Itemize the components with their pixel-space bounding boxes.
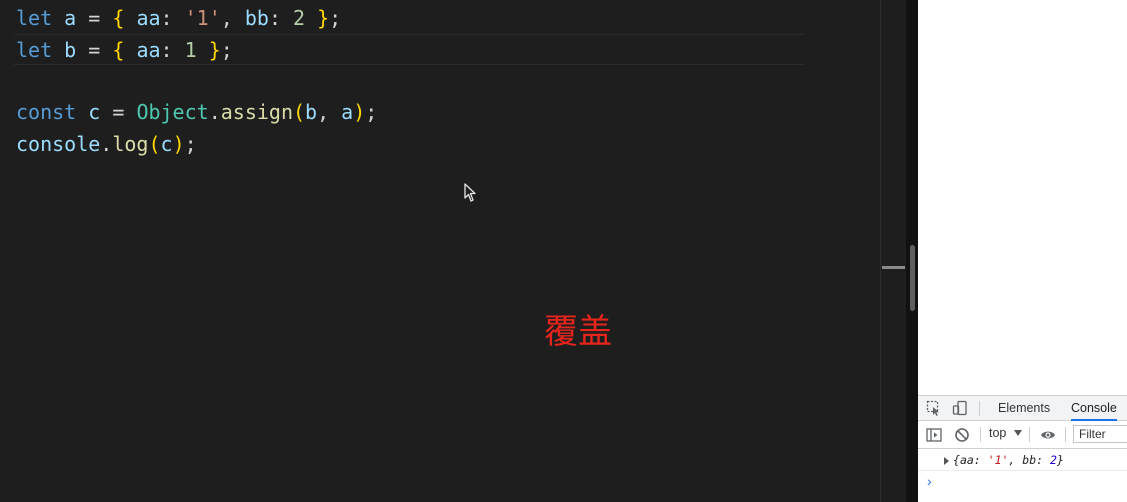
code-token: , [317, 100, 342, 124]
overview-ruler-marker [882, 266, 905, 269]
sidebar-toggle-icon[interactable] [926, 427, 942, 443]
editor-overview-ruler [880, 0, 906, 502]
code-token: a [341, 100, 354, 124]
code-token: const [16, 100, 77, 124]
code-token: ) [353, 100, 366, 124]
tab-bar-divider [979, 401, 980, 416]
chevron-down-icon[interactable] [1014, 430, 1022, 436]
inspect-element-icon[interactable] [926, 400, 942, 416]
devtools-panel: Elements Console top {aa: '1', bb: 2} › [918, 0, 1127, 502]
log-key-aa: aa: [959, 453, 988, 467]
filter-input[interactable] [1073, 425, 1127, 443]
console-toolbar: top [918, 421, 1127, 449]
code-token: b [305, 100, 318, 124]
code-token: = [76, 38, 113, 62]
code-token: Object [136, 100, 209, 124]
code-token: ; [220, 38, 233, 62]
code-token: aa [136, 38, 161, 62]
clear-console-icon[interactable] [954, 427, 970, 443]
code-token: : [268, 6, 294, 30]
code-token: : [160, 38, 185, 62]
code-token: . [208, 100, 221, 124]
console-prompt[interactable]: › [927, 473, 932, 489]
log-object-preview[interactable]: {aa: '1', bb: 2} [953, 450, 1064, 470]
code-token: bb [244, 6, 269, 30]
code-token: . [100, 132, 113, 156]
toolbar-divider-2 [1029, 427, 1030, 442]
code-line-2[interactable]: let b = { aa: 1 }; [16, 34, 233, 66]
log-brace-open: { [953, 453, 960, 467]
code-token: = [76, 6, 113, 30]
code-token: log [112, 132, 149, 156]
devtools-tab-bar: Elements Console [918, 395, 1127, 421]
splitter-handle[interactable] [910, 245, 915, 311]
expand-triangle-icon[interactable] [944, 457, 949, 465]
code-token: ; [329, 6, 342, 30]
code-token: let [16, 6, 53, 30]
code-token: 1 [184, 38, 197, 62]
toolbar-divider-3 [1065, 427, 1066, 442]
code-token: , [220, 6, 245, 30]
code-token: : [160, 6, 185, 30]
code-token: let [16, 38, 53, 62]
code-token: } [208, 38, 221, 62]
mouse-pointer-icon [464, 183, 476, 202]
code-token: c [88, 100, 101, 124]
tab-elements[interactable]: Elements [998, 396, 1050, 421]
toolbar-divider [980, 427, 981, 442]
overlay-caption: 覆盖 [544, 312, 612, 352]
log-value-bb: 2 [1049, 453, 1057, 467]
code-token: assign [220, 100, 293, 124]
code-token: } [317, 6, 330, 30]
code-token: 2 [293, 6, 306, 30]
code-token: = [100, 100, 137, 124]
code-token: '1' [184, 6, 221, 30]
code-line-4[interactable]: const c = Object.assign(b, a); [16, 96, 377, 128]
code-token: ) [172, 132, 185, 156]
code-editor[interactable]: let a = { aa: '1', bb: 2 }; let b = { aa… [0, 0, 880, 502]
device-toggle-icon[interactable] [952, 400, 968, 416]
log-key-bb: bb: [1022, 453, 1050, 467]
code-token: b [64, 38, 77, 62]
code-line-5[interactable]: console.log(c); [16, 128, 197, 160]
tab-console[interactable]: Console [1071, 396, 1117, 421]
code-token: ; [184, 132, 197, 156]
console-log-entry[interactable]: {aa: '1', bb: 2} [918, 450, 1127, 471]
eye-icon[interactable] [1040, 427, 1056, 443]
code-line-1[interactable]: let a = { aa: '1', bb: 2 }; [16, 2, 341, 34]
code-token: console [16, 132, 101, 156]
code-token: aa [136, 6, 161, 30]
context-selector[interactable]: top [989, 426, 1006, 440]
log-value-aa: '1' [987, 453, 1009, 467]
log-brace-close: } [1056, 453, 1064, 467]
code-token: { [112, 38, 125, 62]
code-token: ( [148, 132, 161, 156]
code-token: ( [292, 100, 306, 124]
code-token: ; [365, 100, 378, 124]
code-token: a [64, 6, 77, 30]
code-token: c [160, 132, 173, 156]
code-token: { [112, 6, 125, 30]
log-separator: , [1008, 453, 1023, 467]
